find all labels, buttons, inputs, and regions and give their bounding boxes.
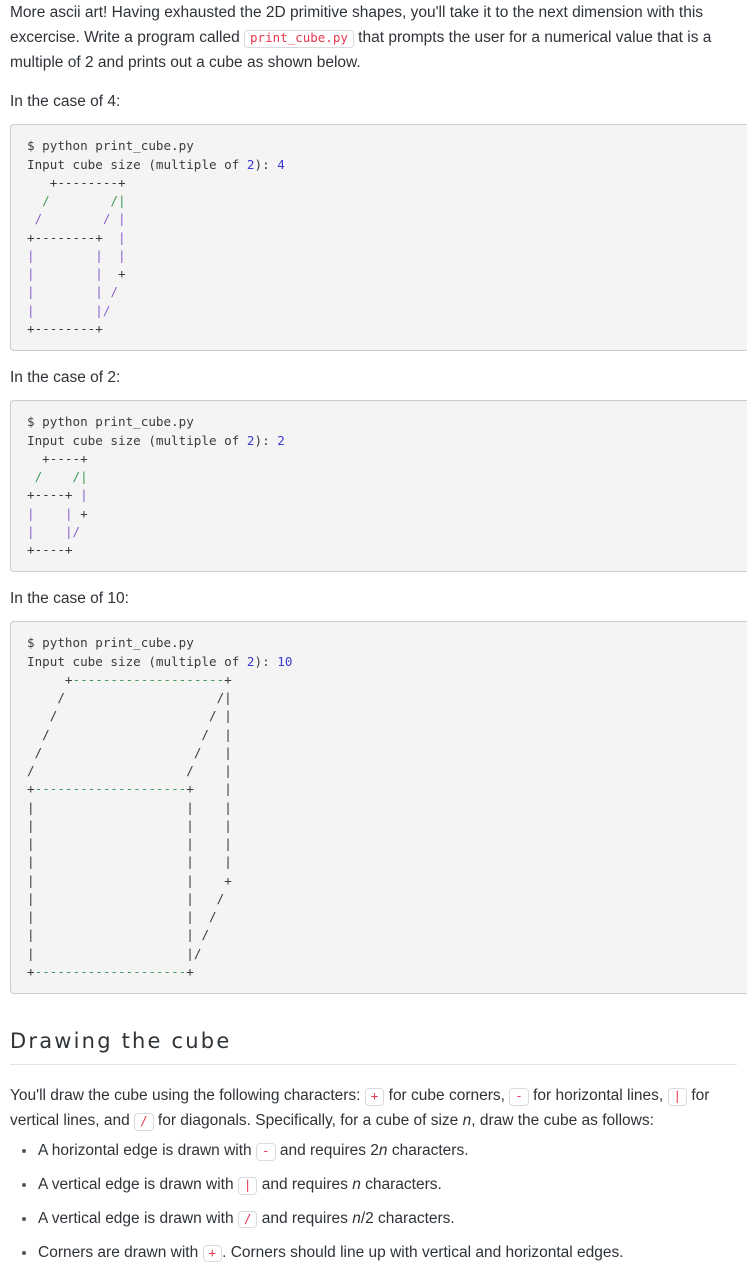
- bullet-text-mid: . Corners should line up with vertical a…: [222, 1243, 624, 1261]
- drawing-intro-6: , draw the cube as follows:: [471, 1112, 654, 1130]
- page-title-drawing-the-cube: Drawing the cube: [10, 1029, 232, 1054]
- terminal-input-size-10: 10: [277, 653, 293, 669]
- terminal-prompt-mid-2: ):: [254, 432, 278, 448]
- case-label-2: In the case of 2:: [10, 369, 121, 387]
- bullet-text-mid: and requires: [257, 1176, 353, 1194]
- terminal-command-4: $ python print_cube.py: [27, 138, 194, 154]
- bullet-var: n: [352, 1209, 361, 1227]
- bullet-text-mid: and requires: [257, 1209, 353, 1227]
- ascii-cube-10: +--------------------+ / /| / / | / / | …: [27, 671, 232, 979]
- cube-rules-list: A horizontal edge is drawn with - and re…: [0, 1139, 747, 1265]
- terminal-prompt-mid-10: ):: [254, 653, 278, 669]
- inline-code-print-cube: print_cube.py: [244, 30, 354, 48]
- list-item: Corners are drawn with +. Corners should…: [22, 1241, 737, 1266]
- terminal-prompt-prefix-2: Input cube size (multiple of: [27, 432, 247, 448]
- char-badge-dash: -: [509, 1088, 529, 1106]
- drawing-intro-5: for diagonals. Specifically, for a cube …: [153, 1112, 463, 1130]
- bullet-var: n: [352, 1176, 361, 1194]
- list-item: A vertical edge is drawn with / and requ…: [22, 1207, 737, 1232]
- bullet-text-mid: and requires 2: [275, 1142, 379, 1160]
- bullet-text-after: characters.: [360, 1176, 442, 1194]
- ascii-cube-4: +--------+ / /| / / | +--------+ | | | |…: [27, 174, 126, 336]
- terminal-input-size-2: 2: [277, 432, 285, 448]
- terminal-input-size-4: 4: [277, 156, 285, 172]
- terminal-prompt-prefix-4: Input cube size (multiple of: [27, 156, 247, 172]
- bullet-text-before: Corners are drawn with: [38, 1243, 203, 1261]
- char-badge-plus: +: [364, 1088, 385, 1106]
- bullet-text-before: A horizontal edge is drawn with: [38, 1142, 256, 1160]
- case-label-10: In the case of 10:: [10, 590, 129, 608]
- drawing-intro-paragraph: You'll draw the cube using the following…: [0, 1083, 747, 1133]
- ascii-cube-2: +----+ / /| +----+ | | | + | |/ +----+: [27, 450, 88, 558]
- list-item: A horizontal edge is drawn with - and re…: [22, 1139, 737, 1164]
- char-badge-slash: /: [237, 1210, 258, 1229]
- char-badge-pipe: |: [667, 1088, 688, 1106]
- bullet-text-before: A vertical edge is drawn with: [38, 1176, 238, 1194]
- drawing-intro-2: for cube corners,: [384, 1087, 510, 1105]
- terminal-prompt-prefix-10: Input cube size (multiple of: [27, 653, 247, 669]
- char-badge-slash: /: [134, 1113, 154, 1131]
- case-label-4: In the case of 4:: [10, 93, 121, 111]
- bullet-text-after: /2 characters.: [360, 1209, 455, 1227]
- code-block-case-10: $ python print_cube.py Input cube size (…: [10, 621, 747, 995]
- intro-paragraph: More ascii art! Having exhausted the 2D …: [0, 0, 747, 75]
- terminal-command-10: $ python print_cube.py: [27, 635, 194, 651]
- section-divider: [10, 1064, 737, 1066]
- char-badge-pipe: |: [237, 1177, 258, 1195]
- size-variable: n: [462, 1112, 472, 1130]
- char-badge-dash: -: [255, 1143, 276, 1161]
- drawing-intro-1: You'll draw the cube using the following…: [10, 1087, 365, 1105]
- terminal-output-4: $ python print_cube.py Input cube size (…: [27, 137, 747, 338]
- list-item: A vertical edge is drawn with | and requ…: [22, 1173, 737, 1198]
- terminal-command-2: $ python print_cube.py: [27, 414, 194, 430]
- code-block-case-4: $ python print_cube.py Input cube size (…: [10, 124, 747, 352]
- drawing-intro-3: for horizontal lines,: [528, 1087, 668, 1105]
- exercise-page: More ascii art! Having exhausted the 2D …: [0, 0, 747, 1266]
- bullet-text-before: A vertical edge is drawn with: [38, 1209, 238, 1227]
- code-block-case-2: $ python print_cube.py Input cube size (…: [10, 400, 747, 573]
- terminal-prompt-mid-4: ):: [254, 156, 278, 172]
- bullet-text-after: characters.: [387, 1142, 469, 1160]
- bullet-var: n: [378, 1142, 388, 1160]
- terminal-output-10: $ python print_cube.py Input cube size (…: [27, 634, 747, 981]
- terminal-output-2: $ python print_cube.py Input cube size (…: [27, 413, 747, 559]
